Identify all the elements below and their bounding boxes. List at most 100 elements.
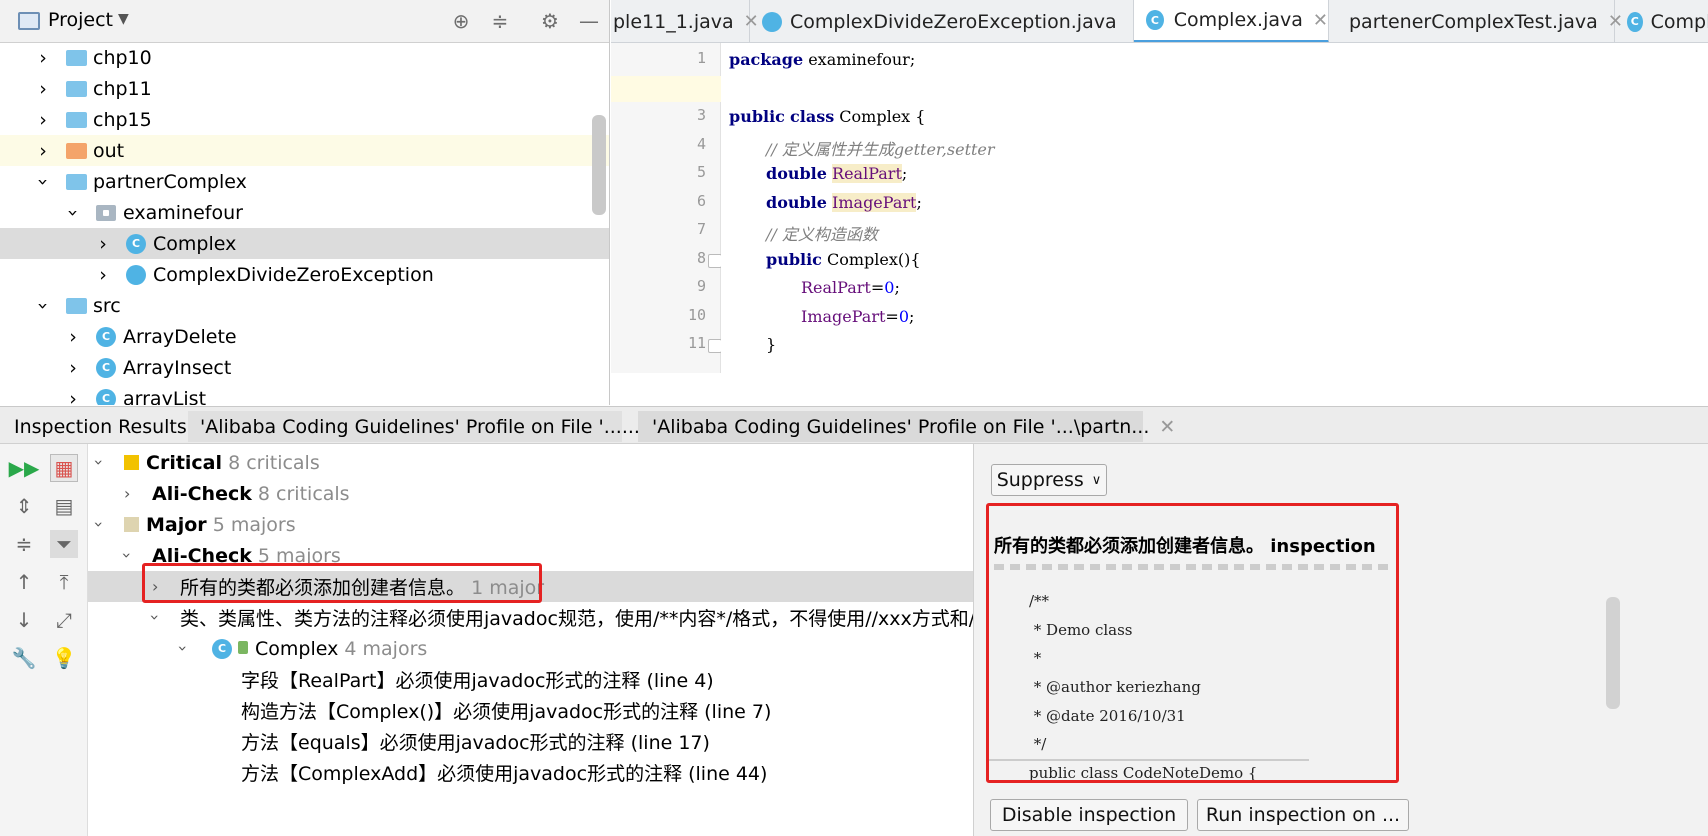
chevron-right-icon[interactable]: › <box>94 233 112 255</box>
tree-item-complex[interactable]: › C Complex <box>0 228 609 259</box>
tree-item-arraylist[interactable]: › C arrayList <box>0 383 609 406</box>
export-icon[interactable]: ⤒ <box>50 568 78 596</box>
critical-ali-check-row[interactable]: › Ali-Check 8 criticals <box>88 478 973 509</box>
folder-icon <box>66 49 87 66</box>
tree-item-examinefour[interactable]: › examinefour <box>0 197 609 228</box>
chevron-right-icon[interactable]: › <box>124 484 130 503</box>
chevron-down-icon[interactable]: › <box>118 552 137 558</box>
chevron-right-icon[interactable]: › <box>34 78 52 100</box>
project-title[interactable]: Project <box>48 9 113 31</box>
filter-icon[interactable]: ⏷ <box>50 530 78 558</box>
tree-label: chp11 <box>93 77 152 100</box>
chevron-down-icon[interactable]: › <box>32 173 54 191</box>
group-by-directory-icon[interactable]: ▤ <box>50 492 78 520</box>
chevron-down-icon[interactable]: ▼ <box>118 11 129 27</box>
arrow-down-icon[interactable]: ↓ <box>10 606 38 634</box>
tab-complexdividezeroexception[interactable]: ComplexDivideZeroException.java <box>750 0 1134 42</box>
code-line-6: double ImagePart; <box>766 193 922 212</box>
class-complex-row[interactable]: › C Complex 4 majors <box>88 633 973 664</box>
project-scrollbar[interactable] <box>592 115 606 215</box>
lightbulb-icon[interactable]: 💡 <box>50 644 78 672</box>
arrow-up-icon[interactable]: ↑ <box>10 568 38 596</box>
rerun-icon[interactable]: ▶▶ <box>9 454 40 482</box>
tab-inspection-2[interactable]: 'Alibaba Coding Guidelines' Profile on F… <box>638 411 1175 442</box>
line-number: 11 <box>687 334 706 352</box>
chevron-right-icon[interactable]: › <box>34 109 52 131</box>
tab-complex-java[interactable]: C Complex.java ✕ <box>1134 0 1329 42</box>
chevron-right-icon[interactable]: › <box>64 326 82 348</box>
group-label: Ali-Check <box>152 482 252 505</box>
tree-item-partnercomplex[interactable]: › partnerComplex <box>0 166 609 197</box>
tab-inspection-1[interactable]: 'Alibaba Coding Guidelines' Profile on F… <box>188 411 666 442</box>
chevron-down-icon[interactable]: › <box>146 614 165 620</box>
tree-item-src[interactable]: › src <box>0 290 609 321</box>
run-inspection-button[interactable]: Run inspection on ... <box>1197 799 1409 831</box>
class-icon: C <box>212 638 232 659</box>
chevron-right-icon[interactable]: › <box>64 388 82 406</box>
gear-icon[interactable]: ⚙ <box>537 8 563 34</box>
code-line-3: public class Complex { <box>729 107 926 126</box>
folder-orange-icon <box>66 142 87 159</box>
chevron-down-icon[interactable]: › <box>90 459 109 465</box>
folder-icon <box>66 80 87 97</box>
chevron-down-icon[interactable]: › <box>32 297 54 315</box>
class-icon: C <box>126 233 146 254</box>
tree-item-arrayinsect[interactable]: › C ArrayInsect <box>0 352 609 383</box>
code-sample-line: public class CodeNoteDemo { <box>1029 764 1258 782</box>
tree-item-chp11[interactable]: › chp11 <box>0 73 609 104</box>
line-number: 7 <box>696 220 706 238</box>
tree-label: arrayList <box>123 387 207 406</box>
rule-javadoc-row[interactable]: › 类、类属性、类方法的注释必须使用javadoc规范，使用/**内容*/格式，… <box>88 602 973 633</box>
chevron-right-icon[interactable]: › <box>94 264 112 286</box>
class-icon: C <box>1146 10 1164 30</box>
tree-item-chp10[interactable]: › chp10 <box>0 42 609 73</box>
problem-row-2[interactable]: 构造方法【Complex()】必须使用javadoc形式的注释 (line 7) <box>88 695 973 726</box>
code-editor[interactable]: package examinefour; public class Comple… <box>721 43 1708 373</box>
tree-item-chp15[interactable]: › chp15 <box>0 104 609 135</box>
description-scrollbar[interactable] <box>1606 597 1620 709</box>
tab-ple11-1[interactable]: ple11_1.java ✕ <box>611 0 759 42</box>
locate-icon[interactable]: ⊕ <box>448 8 474 34</box>
tree-item-arraydelete[interactable]: › C ArrayDelete <box>0 321 609 352</box>
problem-row-4[interactable]: 方法【ComplexAdd】必须使用javadoc形式的注释 (line 44) <box>88 757 973 788</box>
tab-complex-2[interactable]: C Complex <box>1615 0 1708 42</box>
open-source-icon[interactable]: ⤢ <box>50 606 78 634</box>
folder-icon <box>66 111 87 128</box>
chevron-right-icon[interactable]: › <box>34 47 52 69</box>
fold-marker-icon[interactable] <box>708 339 722 353</box>
code-line-11: } <box>766 335 777 354</box>
problem-label: 方法【ComplexAdd】必须使用javadoc形式的注释 (line 44) <box>241 763 768 785</box>
problem-label: 方法【equals】必须使用javadoc形式的注释 (line 17) <box>241 732 710 754</box>
lock-open-icon <box>238 641 248 654</box>
collapse-all-icon[interactable]: ≑ <box>10 530 38 558</box>
chevron-down-icon: ∨ <box>1091 472 1102 488</box>
fold-marker-icon[interactable] <box>708 254 722 268</box>
tab-partenercomplextest[interactable]: partenerComplexTest.java ✕ <box>1329 0 1623 42</box>
problem-row-3[interactable]: 方法【equals】必须使用javadoc形式的注释 (line 17) <box>88 726 973 757</box>
chevron-right-icon[interactable]: › <box>64 357 82 379</box>
class-label: Complex <box>255 637 339 660</box>
disable-inspection-button[interactable]: Disable inspection <box>990 799 1188 831</box>
severity-count: 5 majors <box>212 513 296 536</box>
minimize-icon[interactable]: — <box>576 8 602 34</box>
close-icon[interactable]: ✕ <box>1313 10 1328 31</box>
chevron-down-icon[interactable]: › <box>90 521 109 527</box>
tree-item-out[interactable]: › out <box>0 135 609 166</box>
code-sample-line: /** <box>1029 592 1050 610</box>
severity-major-row[interactable]: › Major 5 majors <box>88 509 973 540</box>
code-sample-divider <box>989 759 1309 761</box>
suppress-dropdown[interactable]: Suppress ∨ <box>991 464 1107 496</box>
description-title: 所有的类都必须添加创建者信息。 inspection <box>994 536 1376 557</box>
chevron-down-icon[interactable]: › <box>174 645 193 651</box>
problem-row-1[interactable]: 字段【RealPart】必须使用javadoc形式的注释 (line 4) <box>88 664 973 695</box>
close-icon[interactable]: ✕ <box>1159 416 1175 438</box>
group-by-severity-icon[interactable]: ▦ <box>50 454 78 482</box>
tab-label: 'Alibaba Coding Guidelines' Profile on F… <box>652 415 1150 438</box>
wrench-icon[interactable]: 🔧 <box>10 644 38 672</box>
chevron-right-icon[interactable]: › <box>34 140 52 162</box>
tree-item-complexdividezeroexception[interactable]: › ComplexDivideZeroException <box>0 259 609 290</box>
expand-all-icon[interactable]: ⇕ <box>10 492 38 520</box>
chevron-down-icon[interactable]: › <box>62 204 84 222</box>
severity-critical-row[interactable]: › Critical 8 criticals <box>88 447 973 478</box>
collapse-all-icon[interactable]: ≑ <box>487 8 513 34</box>
